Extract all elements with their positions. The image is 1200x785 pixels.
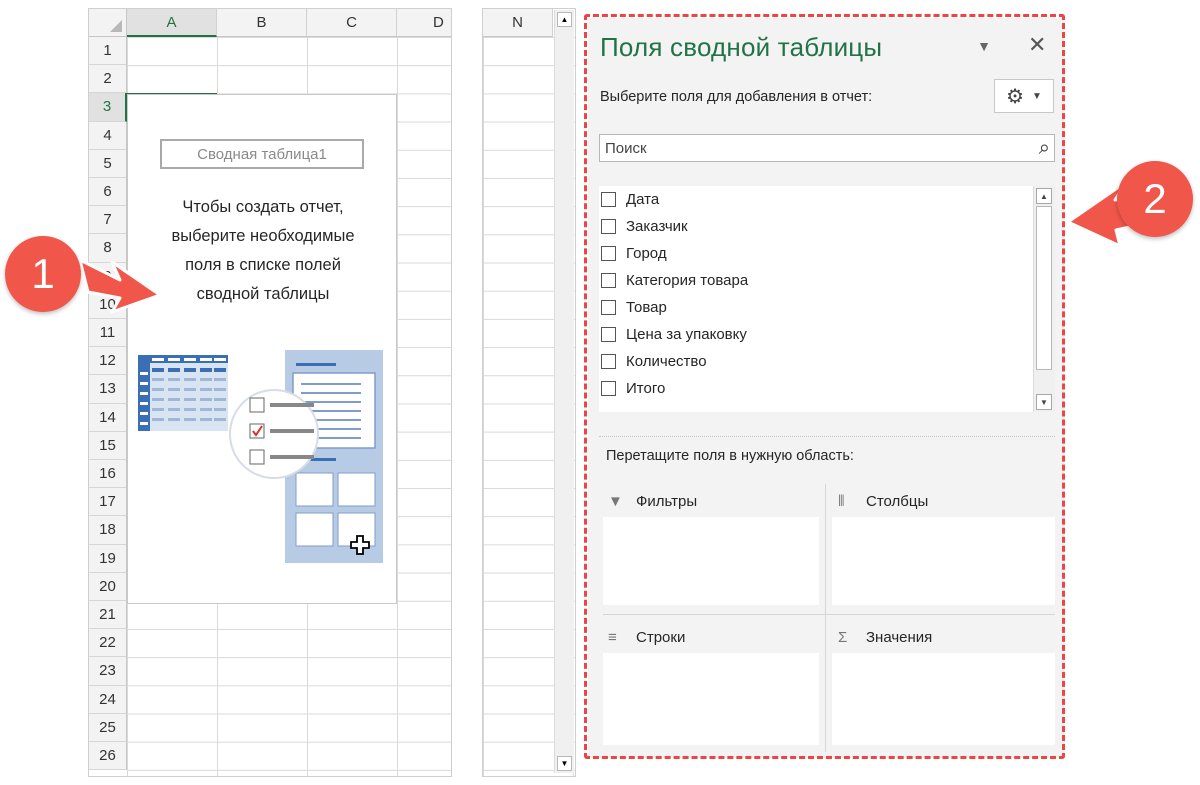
row-header[interactable]: 22: [89, 629, 127, 658]
row-header[interactable]: 6: [89, 178, 127, 207]
row-header[interactable]: 12: [89, 347, 127, 376]
scroll-up-icon[interactable]: ▲: [557, 12, 572, 27]
row-header[interactable]: 5: [89, 149, 127, 178]
row-header[interactable]: 14: [89, 403, 127, 432]
row-header[interactable]: 16: [89, 460, 127, 489]
instruction-line: сводной таблицы: [196, 285, 330, 303]
sheet-vertical-scrollbar[interactable]: ▲ ▼: [554, 10, 574, 773]
instruction-line: Чтобы создать отчет,: [182, 198, 344, 216]
row-header[interactable]: 15: [89, 431, 127, 460]
row-header[interactable]: 19: [89, 544, 127, 573]
row-header[interactable]: 3: [89, 93, 127, 122]
callout-badge-1: 1: [5, 236, 81, 312]
column-header-n[interactable]: N: [483, 9, 553, 37]
row-header[interactable]: 18: [89, 516, 127, 545]
column-header-a[interactable]: A: [127, 9, 217, 37]
column-header-b[interactable]: B: [217, 9, 307, 37]
pivot-table-name: Сводная таблица1: [160, 139, 364, 169]
row-header[interactable]: 2: [89, 65, 127, 94]
row-header[interactable]: 23: [89, 657, 127, 686]
row-header[interactable]: 7: [89, 206, 127, 235]
panel-highlight-outline: [584, 14, 1065, 759]
row-header[interactable]: 17: [89, 488, 127, 517]
instruction-line: поля в списке полей: [185, 256, 341, 274]
pivot-table-instructions: Чтобы создать отчет, выберите необходимы…: [138, 193, 388, 309]
row-header[interactable]: 25: [89, 713, 127, 742]
row-header[interactable]: 13: [89, 375, 127, 404]
row-header[interactable]: 4: [89, 121, 127, 150]
column-header-d[interactable]: D: [397, 9, 451, 37]
row-header[interactable]: 1: [89, 37, 127, 66]
scroll-down-icon[interactable]: ▼: [557, 756, 572, 771]
row-header[interactable]: 21: [89, 601, 127, 630]
select-all-corner[interactable]: [89, 9, 127, 37]
callout-badge-2: 2: [1117, 161, 1193, 237]
spreadsheet-left: A B C D 12345678910111213141516171819202…: [88, 8, 452, 777]
row-header[interactable]: 20: [89, 572, 127, 601]
pivot-table-placeholder[interactable]: Сводная таблица1 Чтобы создать отчет, вы…: [127, 94, 397, 604]
pivot-illustration-icon: [138, 350, 383, 563]
column-header-c[interactable]: C: [307, 9, 397, 37]
row-header[interactable]: 26: [89, 742, 127, 771]
row-header[interactable]: 24: [89, 685, 127, 714]
instruction-line: выберите необходимые: [171, 227, 355, 245]
